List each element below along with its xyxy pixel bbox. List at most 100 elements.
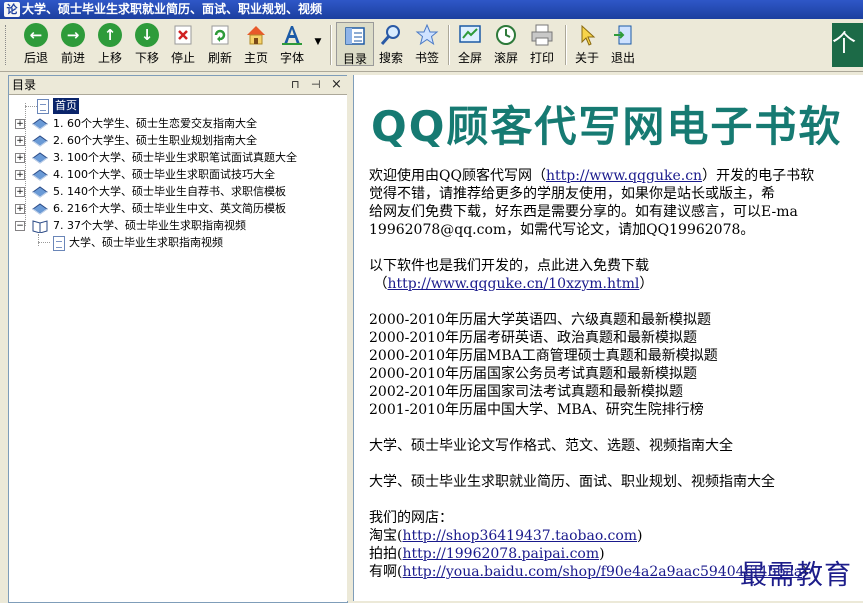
- search-icon: [379, 23, 403, 47]
- panel-pin-icon[interactable]: ⊓: [291, 76, 300, 94]
- book-icon: [32, 118, 48, 130]
- exit-button[interactable]: 退出: [605, 22, 641, 66]
- intro-text: ）开发的电子书软: [702, 168, 815, 184]
- fullscreen-button[interactable]: 全屏: [452, 22, 488, 66]
- fullscreen-icon: [458, 23, 482, 47]
- stop-button-label: 停止: [170, 51, 195, 65]
- tree-line: [25, 103, 26, 226]
- shop-link[interactable]: http://19962078.paipai.com: [402, 546, 599, 562]
- toolbar-separator: [330, 25, 332, 65]
- scroll-button[interactable]: 滚屏: [488, 22, 524, 66]
- shop-name: 有啊: [369, 564, 397, 580]
- search-button[interactable]: 搜索: [373, 22, 409, 66]
- down-arrow-icon: ↓: [135, 23, 159, 47]
- down-button-label: 下移: [134, 51, 159, 65]
- document-icon: [37, 99, 49, 114]
- window-title: 大学、硕士毕业生求职就业简历、面试、职业规划、视频: [22, 2, 323, 16]
- back-button[interactable]: ← 后退: [18, 22, 54, 66]
- intro-line: 欢迎使用由QQ顾客代写网（http://www.qqguke.cn）开发的电子书…: [369, 167, 863, 185]
- panel-dock-icon[interactable]: ⊣: [311, 76, 321, 94]
- up-button-label: 上移: [97, 51, 122, 65]
- toc-item-label[interactable]: 4. 100个大学、硕士毕业生求职面试技巧大全: [53, 167, 275, 183]
- scroll-clock-icon: [494, 23, 518, 47]
- bookmark-button[interactable]: 书签: [409, 22, 445, 66]
- book-icon: [32, 203, 48, 215]
- about-button-label: 关于: [574, 51, 599, 65]
- print-button-label: 打印: [529, 51, 554, 65]
- tree-line: [38, 234, 39, 246]
- toc-item-label[interactable]: 首页: [53, 98, 79, 114]
- toc-item-label[interactable]: 6. 216个大学、硕士毕业生中文、英文简历模板: [53, 201, 286, 217]
- toolbar: ← 后退 → 前进 ↑ 上移 ↓ 下移 停止 刷新 主页 字体 ▼ 目录 搜索 …: [0, 19, 863, 72]
- toc-item-label[interactable]: 7. 37个大学、硕士毕业生求职指南视频: [53, 218, 246, 234]
- shop-name: 淘宝: [369, 528, 397, 544]
- expand-plus-icon[interactable]: +: [15, 204, 25, 214]
- thesis-guide-text: 大学、硕士毕业论文写作格式、范文、选题、视频指南大全: [369, 438, 733, 454]
- back-button-label: 后退: [23, 51, 48, 65]
- tree-line: [25, 106, 37, 107]
- toc-item-label[interactable]: 3. 100个大学、硕士毕业生求职笔试面试真题大全: [53, 150, 297, 166]
- shop-link[interactable]: http://shop36419437.taobao.com: [402, 528, 637, 544]
- toc-panel-title: 目录: [12, 78, 37, 92]
- product-item: 2000-2010年历届考研英语、政治真题和最新模拟题: [369, 330, 697, 346]
- product-item: 2002-2010年历届国家司法考试真题和最新模拟题: [369, 384, 683, 400]
- font-button-label: 字体: [279, 51, 304, 65]
- bracket-text: ）: [639, 276, 654, 292]
- home-button[interactable]: 主页: [238, 22, 274, 66]
- toc-item-label[interactable]: 2. 60个大学生、硕士生职业规划指南大全: [53, 133, 257, 149]
- print-button[interactable]: 打印: [524, 22, 560, 66]
- stop-button[interactable]: 停止: [165, 22, 201, 66]
- down-button[interactable]: ↓ 下移: [129, 22, 165, 66]
- tree-line: [38, 242, 50, 243]
- forward-button[interactable]: → 前进: [55, 22, 91, 66]
- back-arrow-icon: ←: [24, 23, 48, 47]
- bookmark-star-icon: [415, 23, 439, 47]
- toc-button[interactable]: 目录: [336, 22, 374, 66]
- up-button[interactable]: ↑ 上移: [92, 22, 128, 66]
- content-pane: QQ顾客代写网电子书软 欢迎使用由QQ顾客代写网（http://www.qqgu…: [353, 75, 863, 601]
- expand-plus-icon[interactable]: +: [15, 170, 25, 180]
- refresh-icon: [208, 23, 232, 47]
- scroll-button-label: 滚屏: [493, 51, 518, 65]
- stop-icon: [171, 23, 195, 47]
- expand-plus-icon[interactable]: +: [15, 136, 25, 146]
- refresh-button[interactable]: 刷新: [202, 22, 238, 66]
- document-icon: [53, 236, 65, 251]
- shop-line: 淘宝(http://shop36419437.taobao.com): [369, 528, 643, 544]
- brand-logo: 个: [832, 23, 863, 67]
- brand-logo-glyph: 个: [832, 29, 856, 57]
- book-icon: [32, 186, 48, 198]
- about-button[interactable]: 关于: [569, 22, 605, 66]
- toc-item-label[interactable]: 1. 60个大学生、硕士生恋爱交友指南大全: [53, 116, 257, 132]
- product-item: 2000-2010年历届国家公务员考试真题和最新模拟题: [369, 366, 697, 382]
- toc-item-label[interactable]: 大学、硕士毕业生求职指南视频: [69, 235, 223, 251]
- up-arrow-icon: ↑: [98, 23, 122, 47]
- forward-button-label: 前进: [60, 51, 85, 65]
- expand-plus-icon[interactable]: +: [15, 153, 25, 163]
- search-button-label: 搜索: [378, 51, 403, 65]
- content-body: 欢迎使用由QQ顾客代写网（http://www.qqguke.cn）开发的电子书…: [369, 167, 863, 581]
- toc-button-label: 目录: [342, 52, 367, 66]
- site-link[interactable]: http://www.qqguke.cn: [546, 168, 702, 184]
- expand-plus-icon[interactable]: +: [15, 187, 25, 197]
- exit-button-label: 退出: [610, 51, 635, 65]
- book-icon: [32, 169, 48, 181]
- intro-line: 给网友们免费下载，好东西是需要分享的。如有建议感言，可以E-ma: [369, 204, 798, 220]
- job-guide-text: 大学、硕士毕业生求职就业简历、面试、职业规划、视频指南大全: [369, 474, 775, 490]
- bracket-text: （: [373, 276, 388, 292]
- expand-plus-icon[interactable]: +: [15, 119, 25, 129]
- panel-close-icon[interactable]: ×: [331, 76, 342, 94]
- collapse-minus-icon[interactable]: −: [15, 221, 25, 231]
- font-icon: [280, 23, 304, 47]
- more-software-text: 以下软件也是我们开发的，点此进入免费下载: [369, 258, 649, 274]
- toc-item-label[interactable]: 5. 140个大学、硕士毕业生自荐书、求职信模板: [53, 184, 286, 200]
- download-link[interactable]: http://www.qqguke.cn/10xzym.html: [387, 276, 639, 292]
- font-button[interactable]: 字体: [274, 22, 310, 66]
- toc-panel-header: 目录 ⊓ ⊣ ×: [9, 76, 347, 95]
- bookmark-button-label: 书签: [414, 51, 439, 65]
- fullscreen-button-label: 全屏: [457, 51, 482, 65]
- toolbar-grip[interactable]: [5, 25, 9, 65]
- forward-arrow-icon: →: [61, 23, 85, 47]
- pointer-icon: [575, 23, 599, 47]
- home-icon: [244, 23, 268, 47]
